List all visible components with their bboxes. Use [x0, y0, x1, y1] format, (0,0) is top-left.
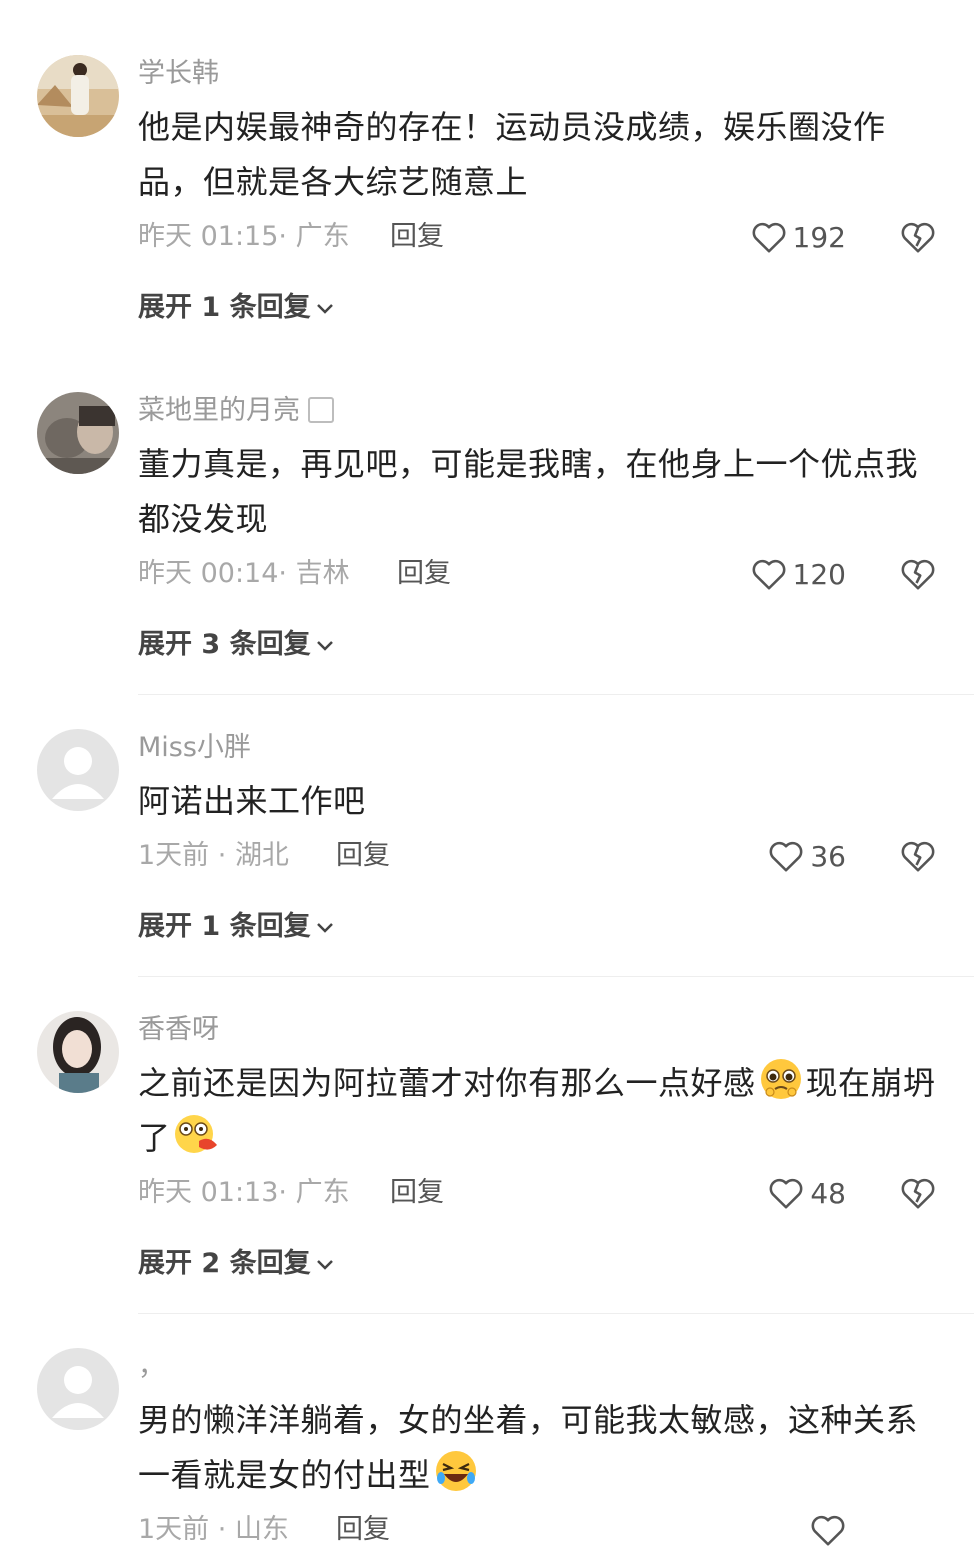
- reply-button[interactable]: 回复: [390, 1177, 444, 1209]
- timestamp: 昨天 01:13: [138, 1177, 279, 1208]
- comment-meta: 昨天 01:15· 广东: [138, 221, 350, 252]
- username[interactable]: 学长韩: [138, 58, 219, 90]
- username[interactable]: 香香呀: [138, 1014, 219, 1046]
- broken-heart-icon[interactable]: [900, 1175, 936, 1211]
- broken-heart-icon[interactable]: [900, 556, 936, 592]
- avatar[interactable]: [37, 729, 119, 811]
- avatar[interactable]: [37, 392, 119, 474]
- location: 山东: [234, 1514, 289, 1545]
- comment-meta: 昨天 01:13· 广东: [138, 1177, 350, 1208]
- comment-text: 董力真是，再见吧，可能是我瞎，在他身上一个优点我都没发现: [138, 445, 919, 538]
- dizzy-face-emoji: [174, 1115, 217, 1153]
- divider: [138, 694, 974, 695]
- default-avatar-icon: [37, 1348, 119, 1430]
- location: 湖北: [234, 840, 289, 871]
- username[interactable]: ，: [138, 1351, 165, 1383]
- chevron-down-icon: [316, 1260, 333, 1270]
- timestamp: 1天前: [138, 840, 210, 871]
- comment-item: Miss小胖 阿诺出来工作吧 1天前 · 湖北 回复 36 展开 1 条回复: [0, 729, 974, 979]
- divider: [138, 976, 974, 977]
- location: 广东: [295, 1177, 350, 1208]
- badge-icon: [308, 397, 334, 423]
- like-button[interactable]: [810, 1512, 846, 1548]
- broken-heart-icon[interactable]: [900, 838, 936, 874]
- comment-meta: 昨天 00:14· 吉林: [138, 558, 350, 589]
- chevron-down-icon: [316, 304, 333, 314]
- avatar[interactable]: [37, 1011, 119, 1093]
- comment-item: ， 男的懒洋洋躺着，女的坐着，可能我太敏感，这种关系一看就是女的付出型 1天前 …: [0, 1348, 974, 1556]
- comment-meta: 1天前 · 山东: [138, 1514, 289, 1545]
- comment-item: 香香呀 之前还是因为阿拉蕾才对你有那么一点好感 现在崩坍了 昨天 01:13· 广…: [0, 1011, 974, 1301]
- reply-button[interactable]: 回复: [336, 840, 390, 872]
- like-button[interactable]: 120: [751, 556, 846, 592]
- reply-button[interactable]: 回复: [397, 558, 451, 590]
- like-count: 192: [792, 220, 846, 254]
- expand-replies-button[interactable]: 展开 3 条回复: [138, 629, 337, 661]
- reply-button[interactable]: 回复: [336, 1514, 390, 1546]
- username[interactable]: 菜地里的月亮: [138, 395, 334, 427]
- chevron-down-icon: [316, 641, 333, 651]
- divider: [138, 1313, 974, 1314]
- chevron-down-icon: [316, 923, 333, 933]
- like-count: 48: [810, 1176, 846, 1210]
- username[interactable]: Miss小胖: [138, 732, 251, 764]
- comment-item: 学长韩 他是内娱最神奇的存在！运动员没成绩，娱乐圈没作品，但就是各大综艺随意上 …: [0, 55, 974, 345]
- heart-outline-icon: [769, 841, 803, 872]
- comment-meta: 1天前 · 湖北: [138, 840, 289, 871]
- comment-text: 男的懒洋洋躺着，女的坐着，可能我太敏感，这种关系一看就是女的付出型: [138, 1401, 919, 1494]
- default-avatar-icon: [37, 729, 119, 811]
- expand-replies-button[interactable]: 展开 1 条回复: [138, 911, 337, 943]
- expand-replies-button[interactable]: 展开 1 条回复: [138, 292, 337, 324]
- like-button[interactable]: 192: [751, 219, 846, 255]
- heart-outline-icon: [769, 1178, 803, 1209]
- comment-feed: 学长韩 他是内娱最神奇的存在！运动员没成绩，娱乐圈没作品，但就是各大综艺随意上 …: [0, 0, 974, 1556]
- like-button[interactable]: 36: [768, 838, 846, 874]
- timestamp: 昨天 01:15: [138, 221, 279, 252]
- comment-item: 菜地里的月亮 董力真是，再见吧，可能是我瞎，在他身上一个优点我都没发现 昨天 0…: [0, 392, 974, 682]
- like-count: 120: [792, 557, 846, 591]
- location: 广东: [295, 221, 350, 252]
- heart-outline-icon: [811, 1515, 845, 1546]
- heart-outline-icon: [752, 222, 785, 253]
- like-button[interactable]: 48: [768, 1175, 846, 1211]
- timestamp: 昨天 00:14: [138, 558, 279, 589]
- reply-button[interactable]: 回复: [390, 221, 444, 253]
- pleading-face-emoji: [760, 1059, 801, 1099]
- location: 吉林: [295, 558, 350, 589]
- rolling-laughing-emoji: [435, 1451, 476, 1491]
- comment-text: 阿诺出来工作吧: [138, 782, 366, 820]
- broken-heart-icon[interactable]: [900, 219, 936, 255]
- avatar[interactable]: [37, 55, 119, 137]
- timestamp: 1天前: [138, 1514, 210, 1545]
- comment-text: 之前还是因为阿拉蕾才对你有那么一点好感 现在崩坍了: [138, 1056, 938, 1166]
- like-count: 36: [810, 839, 846, 873]
- heart-outline-icon: [752, 559, 785, 590]
- comment-text: 他是内娱最神奇的存在！运动员没成绩，娱乐圈没作品，但就是各大综艺随意上: [138, 108, 886, 201]
- avatar[interactable]: [37, 1348, 119, 1430]
- expand-replies-button[interactable]: 展开 2 条回复: [138, 1248, 337, 1280]
